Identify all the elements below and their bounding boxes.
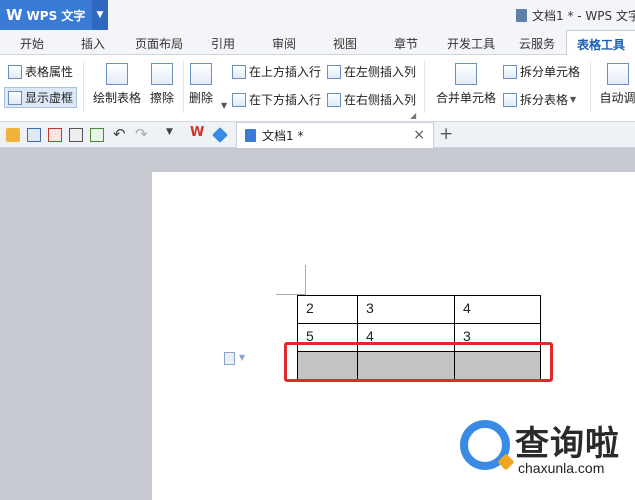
chevron-down-icon[interactable]: ▼ <box>239 353 245 362</box>
insert-col-left-label: 在左侧插入列 <box>344 65 417 79</box>
insert-row-above-button[interactable]: 在上方插入行 <box>232 63 321 80</box>
tab-table-tools[interactable]: 表格工具 <box>566 30 635 56</box>
chevron-down-icon[interactable]: ▼ <box>92 0 108 30</box>
save-icon[interactable] <box>27 128 41 142</box>
draw-table-icon <box>106 63 128 85</box>
divider <box>590 61 591 113</box>
table-properties-button[interactable]: 表格属性 <box>8 63 73 80</box>
new-tab-button[interactable]: + <box>439 124 453 144</box>
merge-cells-button[interactable]: 合并单元格 <box>436 63 496 106</box>
window-title: 文档1 * - WPS 文字 <box>516 7 635 24</box>
redo-icon[interactable]: ↷ <box>135 125 149 143</box>
auto-fit-button[interactable]: 自动调 <box>600 63 635 106</box>
tab-references[interactable]: 引用 <box>211 35 235 52</box>
watermark-brand: 查询啦 <box>515 424 620 464</box>
merge-cells-label: 合并单元格 <box>436 91 497 105</box>
split-table-label: 拆分表格 <box>520 93 569 107</box>
table-cell[interactable]: 4 <box>454 295 541 324</box>
document-icon <box>516 9 527 22</box>
ribbon-tabs: 开始 插入 页面布局 引用 审阅 视图 章节 开发工具 云服务 表格工具 <box>0 30 635 56</box>
divider <box>424 61 425 113</box>
open-folder-icon[interactable] <box>6 128 20 142</box>
app-name: WPS 文字 <box>26 8 86 23</box>
paragraph-layout-icon[interactable] <box>224 352 235 365</box>
tab-cloud-service[interactable]: 云服务 <box>519 35 555 52</box>
table-properties-label: 表格属性 <box>25 65 74 79</box>
gridlines-icon <box>8 90 22 105</box>
ribbon-toolbar: 表格属性 显示虚框 绘制表格 擦除 删除 ▼ 在上方插入行 在下方插入行 在左侧插… <box>0 55 635 122</box>
divider <box>83 61 84 113</box>
chevron-down-icon: ▼ <box>570 95 577 104</box>
show-gridlines-button[interactable]: 显示虚框 <box>4 87 78 108</box>
split-table-icon <box>503 92 517 107</box>
auto-fit-label: 自动调 <box>600 91 635 105</box>
document-tab-label: 文档1 * <box>262 129 304 143</box>
insert-row-above-label: 在上方插入行 <box>249 65 322 79</box>
insert-row-below-label: 在下方插入行 <box>249 93 322 107</box>
table-cell[interactable]: 3 <box>357 295 455 324</box>
eraser-label: 擦除 <box>150 91 175 105</box>
auto-fit-icon <box>606 63 629 85</box>
app-menu-button[interactable]: W WPS 文字 ▼ <box>0 0 108 30</box>
tab-insert[interactable]: 插入 <box>81 35 105 52</box>
cloud-box-icon[interactable] <box>212 127 228 143</box>
window-title-text: 文档1 * - WPS 文字 <box>532 9 635 23</box>
split-cells-label: 拆分单元格 <box>520 65 581 79</box>
table-cell[interactable]: 2 <box>297 295 358 324</box>
show-gridlines-label: 显示虚框 <box>25 91 74 105</box>
split-table-button[interactable]: 拆分表格 ▼ <box>503 91 576 108</box>
chevron-down-icon: ▼ <box>221 101 228 110</box>
table-row: 2 3 4 <box>297 295 541 324</box>
insert-row-above-icon <box>232 64 246 79</box>
close-icon[interactable]: × <box>413 127 425 143</box>
tab-chapter[interactable]: 章节 <box>394 35 418 52</box>
draw-table-button[interactable]: 绘制表格 <box>93 63 141 106</box>
dialog-launcher-icon[interactable]: ◢ <box>410 111 416 120</box>
insert-col-left-icon <box>327 64 341 79</box>
draw-table-label: 绘制表格 <box>93 91 142 105</box>
document-icon <box>245 129 256 142</box>
eraser-button[interactable]: 擦除 <box>150 63 174 106</box>
tab-developer[interactable]: 开发工具 <box>447 35 495 52</box>
table-properties-icon <box>8 64 22 79</box>
margin-marker <box>305 265 306 295</box>
print-preview-icon[interactable] <box>90 128 104 142</box>
insert-col-right-label: 在右侧插入列 <box>344 93 417 107</box>
watermark-url: chaxunla.com <box>518 460 605 476</box>
highlight-annotation <box>284 342 553 382</box>
title-bar: W WPS 文字 ▼ 文档1 * - WPS 文字 <box>0 0 635 30</box>
tab-view[interactable]: 视图 <box>333 35 357 52</box>
insert-col-right-button[interactable]: 在右侧插入列 <box>327 91 416 108</box>
insert-row-below-button[interactable]: 在下方插入行 <box>232 91 321 108</box>
delete-icon <box>190 63 212 85</box>
split-cells-icon <box>503 64 517 79</box>
delete-button[interactable]: 删除 ▼ <box>189 63 227 110</box>
print-icon[interactable] <box>69 128 83 142</box>
undo-icon[interactable]: ↶ <box>113 125 127 143</box>
tab-page-layout[interactable]: 页面布局 <box>135 35 183 52</box>
split-cells-button[interactable]: 拆分单元格 <box>503 63 580 80</box>
insert-row-below-icon <box>232 92 246 107</box>
watermark-logo: 查询啦 chaxunla.com <box>460 414 630 494</box>
document-tab[interactable]: 文档1 * × <box>236 122 434 148</box>
divider <box>183 61 184 113</box>
delete-label: 删除 <box>189 91 214 105</box>
wps-office-icon[interactable]: W <box>190 125 204 140</box>
wps-logo-icon: W <box>6 6 23 24</box>
export-pdf-icon[interactable] <box>48 128 62 142</box>
tab-review[interactable]: 审阅 <box>272 35 296 52</box>
quick-access-toolbar: ↶ ↷ ▼ W 文档1 * × + <box>0 122 635 148</box>
chevron-down-icon[interactable]: ▼ <box>166 127 180 141</box>
magnifier-logo-icon <box>460 420 510 470</box>
insert-col-right-icon <box>327 92 341 107</box>
insert-col-left-button[interactable]: 在左侧插入列 <box>327 63 416 80</box>
eraser-icon <box>151 63 173 85</box>
merge-cells-icon <box>455 63 477 85</box>
tab-home[interactable]: 开始 <box>20 35 44 52</box>
